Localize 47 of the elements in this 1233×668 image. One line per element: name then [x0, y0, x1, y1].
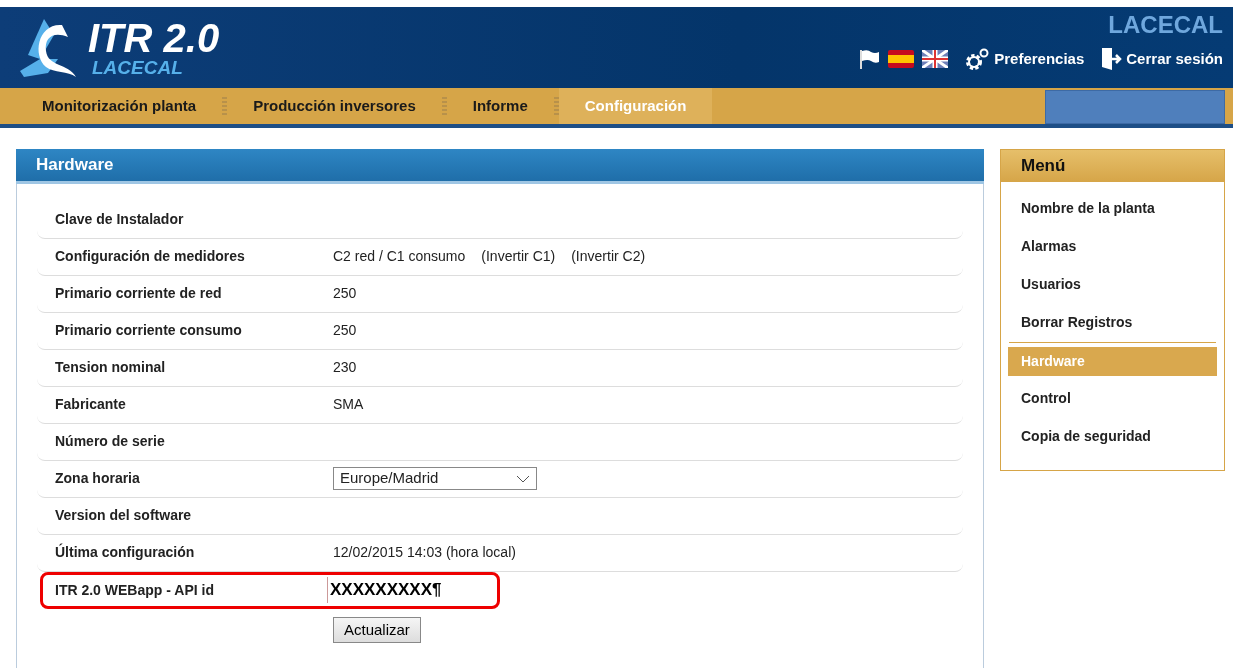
nav-tab[interactable]: Monitorización planta	[16, 88, 223, 124]
menu-item[interactable]: Nombre de la planta	[1008, 189, 1217, 228]
nav-separator	[553, 97, 559, 115]
nav-tab[interactable]: Informe	[446, 88, 554, 124]
invert-link[interactable]: (Invertir C1)	[481, 246, 556, 267]
field-label: ITR 2.0 WEBapp - API id	[55, 580, 215, 600]
logo-title: ITR 2.0	[88, 18, 220, 58]
field-value: 230	[333, 358, 357, 377]
menu-title: Menú	[1001, 150, 1224, 182]
field-label: Clave de Instalador	[55, 210, 185, 229]
field-value: 250	[333, 284, 357, 303]
menu-item[interactable]: Usuarios	[1008, 265, 1217, 304]
field-label: Version del software	[55, 506, 193, 525]
nav-tab[interactable]: Producción inversores	[227, 88, 442, 124]
field-label: Fabricante	[55, 395, 127, 414]
update-button[interactable]: Actualizar	[333, 616, 421, 643]
field-label: Primario corriente de red	[55, 284, 223, 303]
spain-flag-icon[interactable]	[888, 50, 915, 68]
nav-separator	[441, 97, 447, 115]
menu-item[interactable]: Borrar Registros	[1008, 303, 1217, 342]
field-label: Número de serie	[55, 432, 166, 451]
field-label: Última configuración	[55, 542, 196, 562]
field-label: Tension nominal	[55, 358, 167, 377]
settings-icon[interactable]	[964, 47, 991, 71]
field-value: 12/02/2015 14:03 (hora local)	[333, 543, 516, 562]
company-name: LACECAL	[1108, 10, 1223, 40]
chevron-down-icon	[516, 474, 530, 483]
panel-title: Hardware	[16, 149, 984, 184]
field-value: SMA	[333, 395, 364, 414]
flag-icon[interactable]	[858, 48, 881, 70]
logout-link[interactable]: Cerrar sesión	[1126, 47, 1223, 71]
menu-item[interactable]: Control	[1008, 379, 1217, 418]
input-field[interactable]: XXXXXXXXX¶	[327, 577, 477, 603]
preferences-link[interactable]: Preferencias	[994, 47, 1085, 71]
nav-separator	[222, 97, 228, 115]
field-label: Zona horaria	[55, 469, 141, 488]
menu-item[interactable]: Copia de seguridad	[1008, 417, 1217, 456]
logout-icon[interactable]	[1100, 47, 1123, 71]
timezone-select[interactable]: Europe/Madrid	[333, 467, 537, 490]
invert-link[interactable]: (Invertir C2)	[571, 246, 646, 267]
logo-subtitle: LACECAL	[92, 58, 184, 77]
uk-flag-icon[interactable]	[922, 50, 949, 68]
field-value: 250	[333, 321, 357, 340]
field-label: Primario corriente consumo	[55, 321, 243, 340]
menu-item[interactable]: Alarmas	[1008, 227, 1217, 266]
field-value: C2 red / C1 consumo	[333, 247, 466, 266]
field-label: Configuración de medidores	[55, 247, 246, 266]
